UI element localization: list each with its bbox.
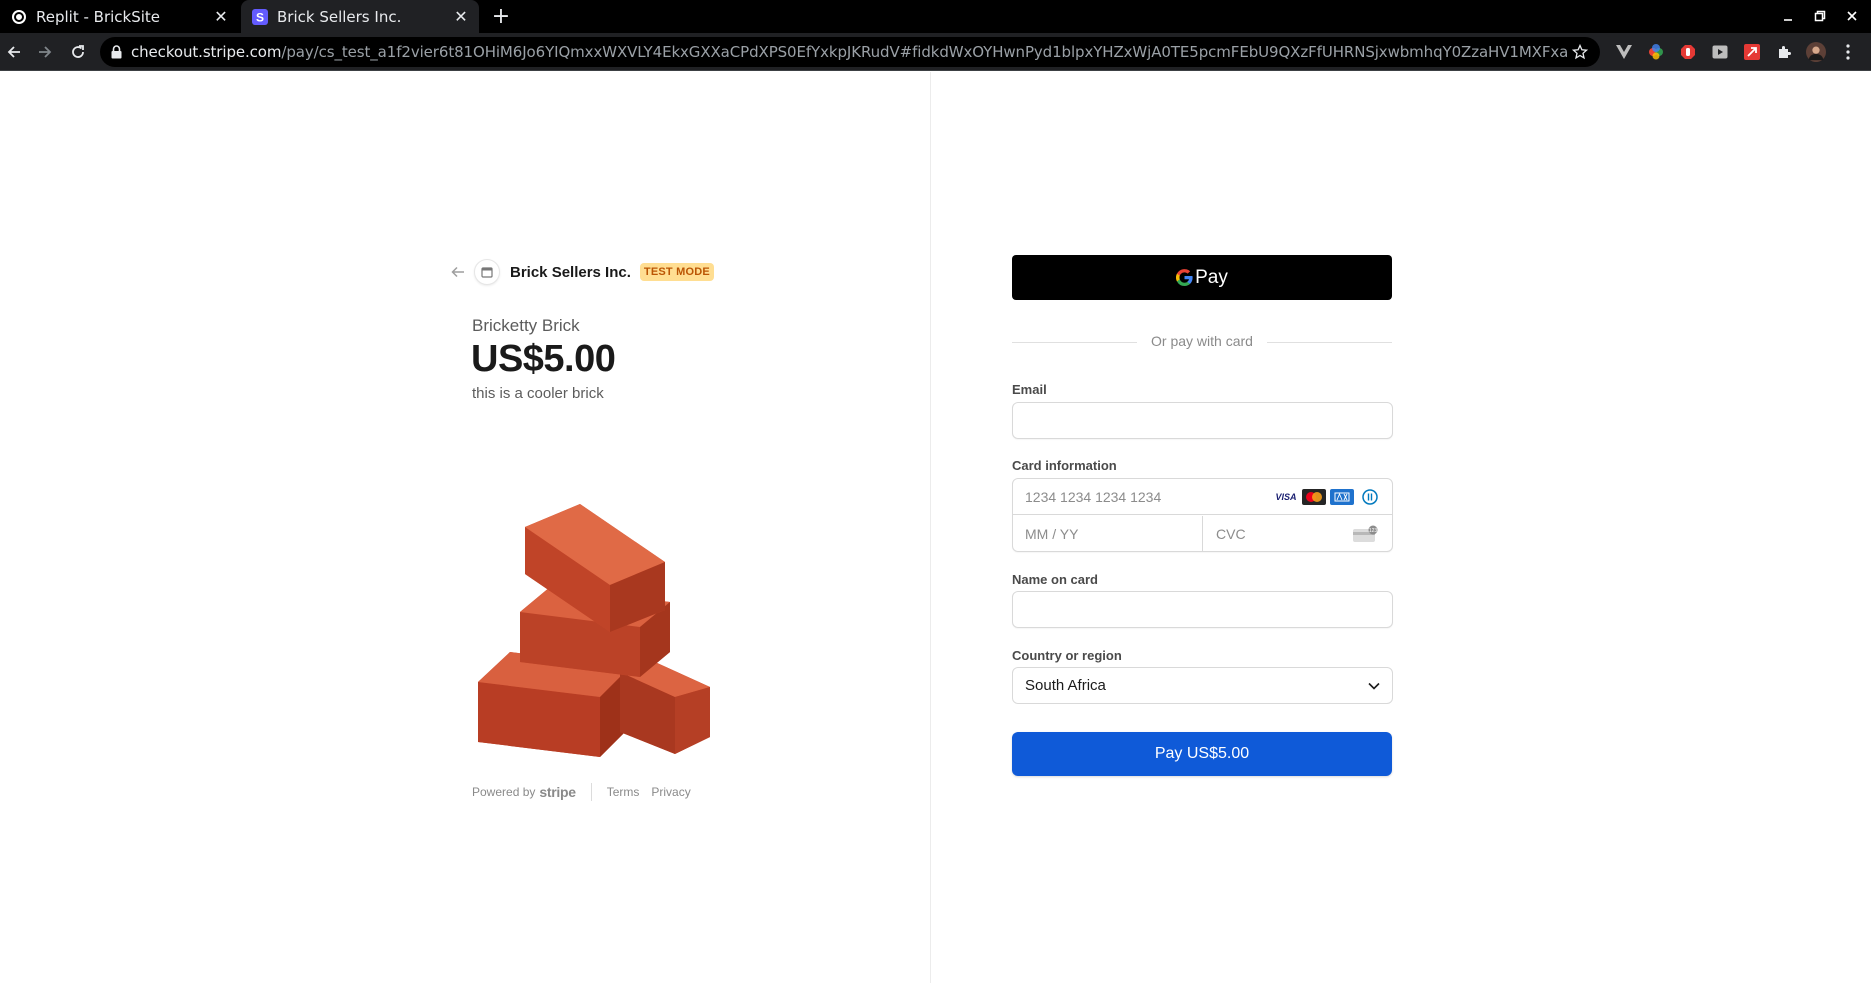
puzzle-extensions-icon[interactable] xyxy=(1774,42,1794,62)
kebab-menu-icon[interactable] xyxy=(1838,42,1858,62)
browser-toolbar: checkout.stripe.com/pay/cs_test_a1f2vier… xyxy=(0,33,1871,71)
amex-icon xyxy=(1330,489,1354,505)
email-label: Email xyxy=(1012,382,1047,397)
cvc-field[interactable]: 123 xyxy=(1204,516,1392,551)
country-label: Country or region xyxy=(1012,648,1122,663)
stripe-s-icon: S xyxy=(252,8,268,25)
new-tab-plus-icon[interactable]: + xyxy=(489,4,513,29)
forward-icon[interactable] xyxy=(33,40,57,64)
cvc-card-icon: 123 xyxy=(1352,525,1378,548)
or-pay-with-card-divider: Or pay with card xyxy=(1012,332,1392,352)
url-host: checkout.stripe.com xyxy=(131,43,282,61)
redirect-extension-icon[interactable] xyxy=(1742,42,1762,62)
powered-by-text: Powered by xyxy=(472,785,536,799)
expiry-input[interactable] xyxy=(1013,516,1202,551)
country-select[interactable]: South Africa xyxy=(1012,667,1393,704)
divider-text: Or pay with card xyxy=(1151,333,1253,349)
close-icon[interactable]: ✕ xyxy=(449,5,473,29)
tab-brick-sellers[interactable]: S Brick Sellers Inc. ✕ xyxy=(241,0,479,33)
back-icon[interactable] xyxy=(2,40,26,64)
store-icon xyxy=(474,259,500,285)
merchant-name: Brick Sellers Inc. xyxy=(510,263,631,281)
privacy-link[interactable]: Privacy xyxy=(651,785,690,799)
product-name: Bricketty Brick xyxy=(472,316,580,335)
svg-text:123: 123 xyxy=(1369,528,1378,534)
vue-devtools-icon[interactable] xyxy=(1614,42,1634,62)
expiry-field[interactable] xyxy=(1013,516,1203,551)
checkout-footer: Powered by stripe Terms Privacy xyxy=(472,782,703,802)
diners-club-icon xyxy=(1358,489,1382,505)
visa-icon: VISA xyxy=(1274,489,1298,505)
chevron-down-icon xyxy=(1368,677,1380,694)
tab-title: Replit - BrickSite xyxy=(36,7,161,26)
email-field[interactable] xyxy=(1012,402,1393,439)
card-information-label: Card information xyxy=(1012,458,1117,473)
brick-product-image xyxy=(478,504,710,757)
google-pay-button[interactable]: Pay xyxy=(1012,255,1392,300)
name-on-card-field[interactable] xyxy=(1012,591,1393,628)
media-extension-icon[interactable] xyxy=(1710,42,1730,62)
reload-icon[interactable] xyxy=(66,40,90,64)
lock-icon xyxy=(111,45,123,59)
card-information-group: VISA 123 xyxy=(1012,478,1393,552)
google-pay-label: Pay xyxy=(1195,266,1228,288)
payment-form-panel: Pay Or pay with card Email Card informat… xyxy=(932,72,1871,983)
divider-line xyxy=(1267,342,1392,343)
stripe-logo[interactable]: stripe xyxy=(539,784,576,800)
color-picker-extension-icon[interactable] xyxy=(1646,42,1666,62)
tab-replit[interactable]: Replit - BrickSite ✕ xyxy=(0,0,239,33)
terms-link[interactable]: Terms xyxy=(607,785,640,799)
url-path: /pay/cs_test_a1f2vier6t81OHiM6Jo6YIQmxxW… xyxy=(281,43,1568,61)
card-brands: VISA xyxy=(1274,489,1382,505)
back-arrow-icon[interactable] xyxy=(450,264,466,280)
close-window-icon[interactable] xyxy=(1842,6,1862,26)
pay-button[interactable]: Pay US$5.00 xyxy=(1012,732,1392,776)
close-icon[interactable]: ✕ xyxy=(209,5,233,29)
email-input[interactable] xyxy=(1013,403,1392,438)
minimize-icon[interactable] xyxy=(1778,6,1798,26)
country-value: South Africa xyxy=(1025,677,1106,694)
test-mode-badge: TEST MODE xyxy=(639,263,714,281)
footer-divider xyxy=(590,783,592,801)
checkout-page: Brick Sellers Inc. TEST MODE Bricketty B… xyxy=(0,72,1871,983)
restore-icon[interactable] xyxy=(1810,6,1830,26)
svg-text:S: S xyxy=(256,10,264,24)
name-on-card-input[interactable] xyxy=(1013,592,1392,627)
replit-icon xyxy=(11,9,27,25)
url-text: checkout.stripe.com/pay/cs_test_a1f2vier… xyxy=(131,43,1568,61)
merchant-header: Brick Sellers Inc. TEST MODE xyxy=(450,258,714,286)
adblock-extension-icon[interactable] xyxy=(1678,42,1698,62)
card-number-field[interactable]: VISA xyxy=(1013,479,1392,515)
product-summary-panel: Brick Sellers Inc. TEST MODE Bricketty B… xyxy=(0,72,931,983)
tab-title: Brick Sellers Inc. xyxy=(277,7,402,26)
address-bar[interactable]: checkout.stripe.com/pay/cs_test_a1f2vier… xyxy=(100,37,1600,67)
product-description: this is a cooler brick xyxy=(472,385,604,402)
avatar[interactable] xyxy=(1806,42,1826,62)
product-price: US$5.00 xyxy=(471,338,616,380)
browser-tab-bar: Replit - BrickSite ✕ S Brick Sellers Inc… xyxy=(0,0,1871,33)
mastercard-icon xyxy=(1302,489,1326,505)
name-on-card-label: Name on card xyxy=(1012,572,1098,587)
bookmark-star-icon[interactable] xyxy=(1568,44,1592,60)
google-g-icon xyxy=(1176,269,1193,286)
